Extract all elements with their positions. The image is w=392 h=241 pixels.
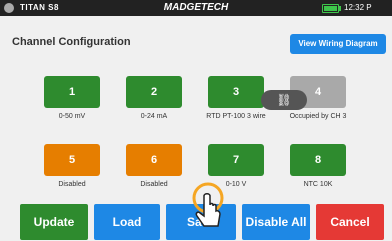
channel-5-button[interactable]: 5	[44, 144, 100, 176]
update-button[interactable]: Update	[20, 204, 88, 240]
link-icon: ⛓	[261, 90, 307, 110]
channel-3-button[interactable]: 3	[208, 76, 264, 108]
channel-7-button[interactable]: 7	[208, 144, 264, 176]
channel-8-button[interactable]: 8	[290, 144, 346, 176]
load-button[interactable]: Load	[94, 204, 160, 240]
channel-1-caption: 0-50 mV	[58, 113, 86, 120]
clock: 12:32 P	[344, 3, 372, 12]
channel-5-caption: Disabled	[58, 181, 86, 188]
cancel-button[interactable]: Cancel	[316, 204, 384, 240]
channel-4-caption: Occupied by CH 3	[289, 113, 347, 120]
channel-1-button[interactable]: 1	[44, 76, 100, 108]
hand-pointer-icon	[192, 182, 224, 227]
channel-8-caption: NTC 10K	[303, 181, 333, 188]
page-title: Channel Configuration	[12, 36, 131, 48]
channel-2-caption: 0-24 mA	[140, 113, 168, 120]
status-bar: TITAN S8 MADGETECH 12:32 P	[0, 0, 392, 16]
battery-icon	[322, 4, 341, 13]
view-wiring-diagram-button[interactable]: View Wiring Diagram	[290, 34, 386, 54]
disable-all-button[interactable]: Disable All	[242, 204, 310, 240]
channel-6-caption: Disabled	[140, 181, 168, 188]
channel-3-caption: RTD PT-100 3 wire	[206, 113, 266, 120]
channel-6-button[interactable]: 6	[126, 144, 182, 176]
channel-2-button[interactable]: 2	[126, 76, 182, 108]
